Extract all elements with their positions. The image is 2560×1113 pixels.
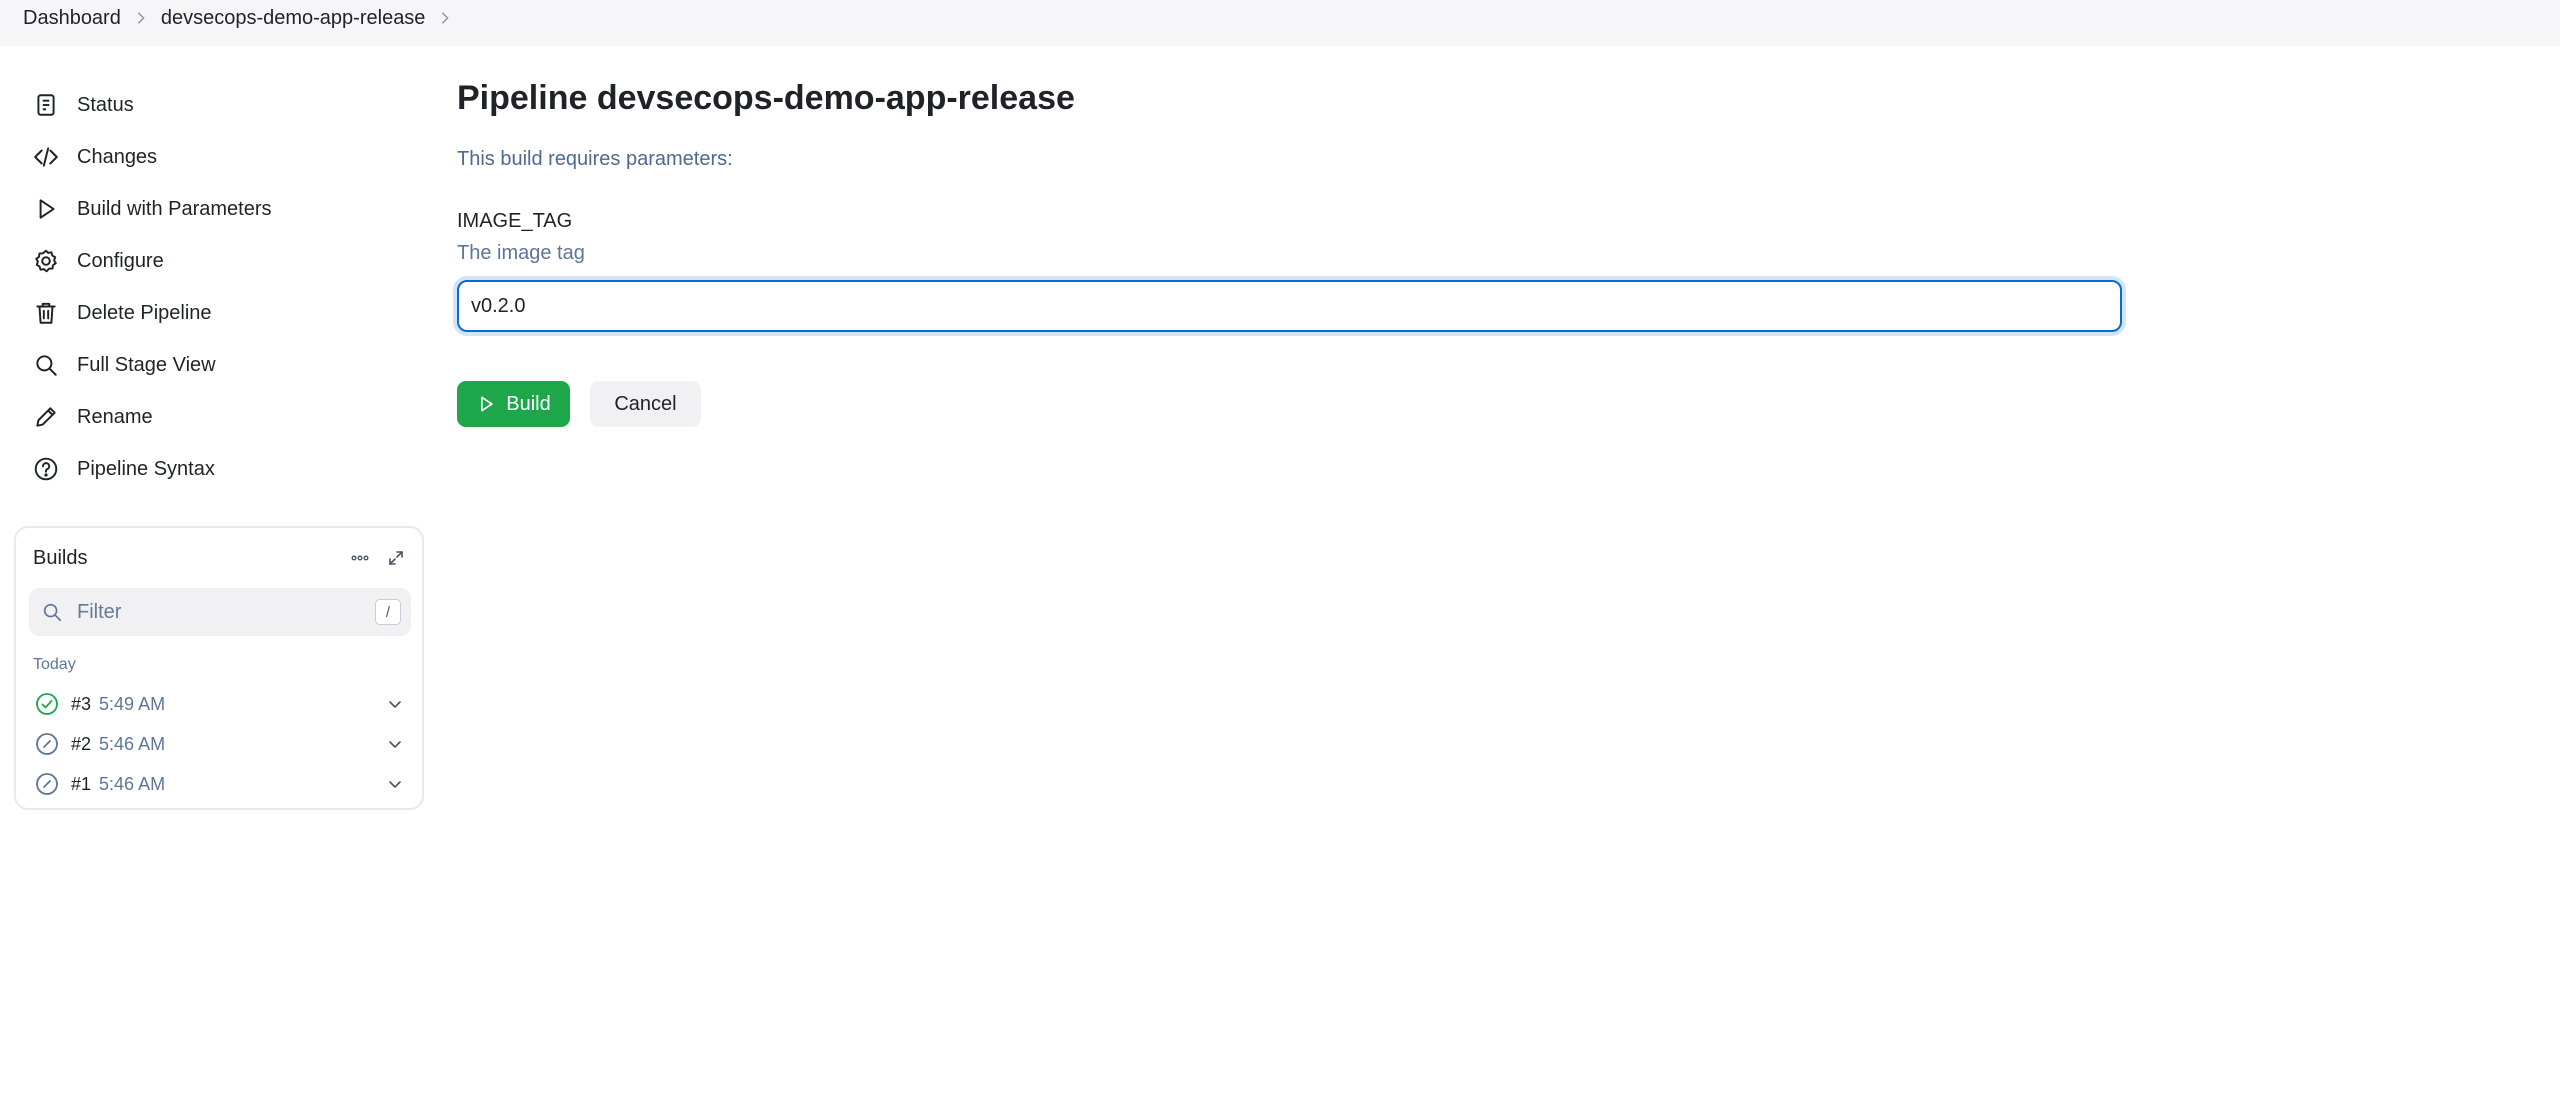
- keyboard-shortcut-badge: /: [375, 599, 401, 625]
- build-row-3[interactable]: #3 5:49 AM: [24, 684, 418, 724]
- sidebar-item-build-with-parameters[interactable]: Build with Parameters: [14, 183, 424, 235]
- chevron-down-icon[interactable]: [380, 729, 410, 759]
- builds-title: Builds: [33, 546, 88, 569]
- sidebar-item-label: Changes: [77, 145, 158, 168]
- builds-widget: Builds / Today #3 5:49 AM #2 5:46 AM: [14, 526, 424, 810]
- breadcrumb-pipeline[interactable]: devsecops-demo-app-release: [161, 4, 426, 32]
- sidebar-item-label: Build with Parameters: [77, 197, 272, 220]
- build-time: 5:49 AM: [99, 693, 166, 714]
- image-tag-input[interactable]: [457, 280, 2122, 332]
- sidebar-item-label: Pipeline Syntax: [77, 457, 215, 480]
- sidebar-item-configure[interactable]: Configure: [14, 235, 424, 287]
- builds-header: Builds: [33, 542, 411, 574]
- build-time: 5:46 AM: [99, 773, 166, 794]
- search-icon: [43, 603, 62, 622]
- play-icon: [32, 195, 60, 223]
- chevron-right-icon[interactable]: [425, 4, 465, 32]
- build-time: 5:46 AM: [99, 733, 166, 754]
- trash-icon: [32, 299, 60, 327]
- side-panel-tasks: Status Changes Build with Parameters Con…: [14, 79, 424, 495]
- chevron-right-icon[interactable]: [121, 4, 161, 32]
- breadcrumb-dashboard[interactable]: Dashboard: [23, 4, 121, 32]
- help-icon: [32, 455, 60, 483]
- main-panel: Pipeline devsecops-demo-app-release This…: [457, 70, 2137, 427]
- build-number[interactable]: #1: [71, 774, 91, 795]
- chevron-down-icon[interactable]: [380, 689, 410, 719]
- sidebar-item-label: Delete Pipeline: [77, 301, 212, 324]
- sidebar-item-rename[interactable]: Rename: [14, 391, 424, 443]
- search-icon: [32, 351, 60, 379]
- filter-input[interactable]: [75, 599, 355, 625]
- pencil-icon: [32, 403, 60, 431]
- success-check-icon: [34, 691, 60, 717]
- sidebar-item-full-stage-view[interactable]: Full Stage View: [14, 339, 424, 391]
- play-icon: [481, 396, 493, 412]
- aborted-icon: [34, 731, 60, 757]
- cancel-button[interactable]: Cancel: [590, 381, 701, 427]
- sidebar-item-label: Status: [77, 93, 134, 116]
- sidebar-item-pipeline-syntax[interactable]: Pipeline Syntax: [14, 443, 424, 495]
- sidebar-item-label: Full Stage View: [77, 353, 216, 376]
- sidebar-item-label: Configure: [77, 249, 164, 272]
- document-icon: [32, 91, 60, 119]
- parameters-description: This build requires parameters:: [457, 148, 733, 170]
- build-row-2[interactable]: #2 5:46 AM: [24, 724, 418, 764]
- sidebar-item-label: Rename: [77, 405, 153, 428]
- build-row-1[interactable]: #1 5:46 AM: [24, 764, 418, 804]
- breadcrumb: Dashboard devsecops-demo-app-release: [0, 0, 2560, 46]
- build-number[interactable]: #2: [71, 734, 91, 755]
- build-button[interactable]: Build: [457, 381, 570, 427]
- more-options-icon[interactable]: [345, 543, 375, 573]
- code-icon: [32, 143, 60, 171]
- parameter-name: IMAGE_TAG: [457, 210, 573, 232]
- builds-filter[interactable]: /: [29, 588, 411, 636]
- chevron-down-icon[interactable]: [380, 769, 410, 799]
- page-title: Pipeline devsecops-demo-app-release: [457, 79, 1075, 117]
- gear-icon: [32, 247, 60, 275]
- parameter-help: The image tag: [457, 242, 585, 264]
- sidebar-item-changes[interactable]: Changes: [14, 131, 424, 183]
- aborted-icon: [34, 771, 60, 797]
- builds-section-today: Today: [33, 656, 76, 673]
- sidebar-item-delete-pipeline[interactable]: Delete Pipeline: [14, 287, 424, 339]
- build-number[interactable]: #3: [71, 694, 91, 715]
- build-button-label: Build: [506, 392, 551, 415]
- expand-icon[interactable]: [381, 543, 411, 573]
- sidebar-item-status[interactable]: Status: [14, 79, 424, 131]
